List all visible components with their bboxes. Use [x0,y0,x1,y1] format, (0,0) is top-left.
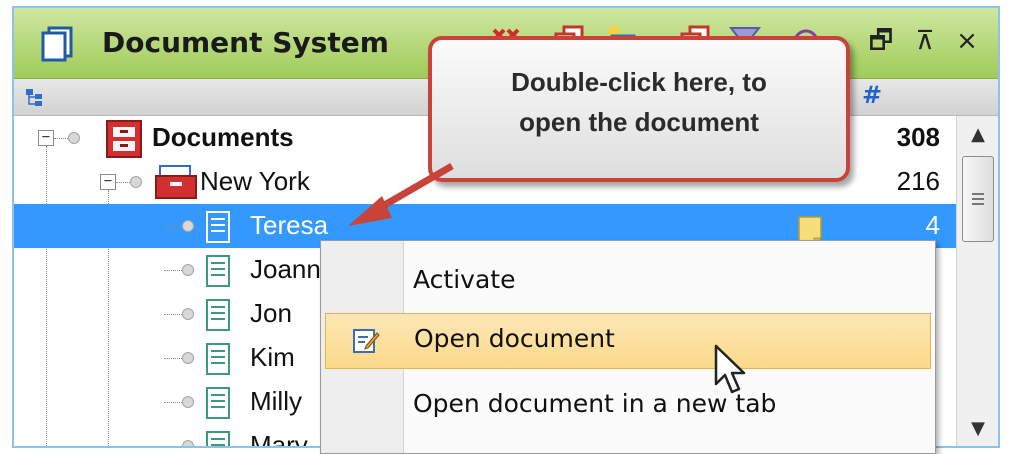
context-menu: Activate Open document Open document in … [320,240,936,454]
status-bullet [68,132,80,144]
scroll-thumb[interactable] [962,156,994,242]
item-count: 4 [925,210,940,240]
tree-label-kim: Kim [250,342,295,372]
callout-arrow [348,162,454,226]
document-icon [206,299,230,331]
tree-connector [164,446,186,447]
archive-cabinet-icon [106,120,142,158]
tree-structure-icon[interactable] [24,87,44,107]
mouse-pointer-icon [714,344,746,394]
document-icon [206,211,230,243]
tree-label-joann: Joann [250,254,321,284]
vertical-scrollbar[interactable]: ▲ ▼ [956,116,998,446]
pin-button[interactable]: ⊼ [910,24,940,58]
collapse-toggle[interactable]: − [38,130,54,146]
menu-item-label: Activate [413,265,516,294]
tree-label-jon: Jon [250,298,292,328]
edit-document-icon [353,329,380,353]
restore-button[interactable]: 🗗 [866,24,896,58]
folder-cabinet-icon [155,165,197,199]
window-title: Document System [102,26,389,59]
count-column-header[interactable]: # [862,81,882,109]
tree-label-new-york: New York [200,166,310,196]
document-icon [206,431,230,446]
tree-label-teresa: Teresa [250,210,329,240]
instruction-callout: Double-click here, to open the document [428,36,850,182]
callout-line-2: open the document [519,107,759,137]
status-bullet [182,440,194,446]
document-system-icon [41,26,73,62]
document-count: 308 [896,122,940,152]
status-bullet [182,220,194,232]
scroll-up-arrow-icon[interactable]: ▲ [969,126,987,144]
document-icon [206,255,230,287]
status-bullet [182,308,194,320]
status-bullet [182,264,194,276]
menu-item-open-in-new-tab[interactable]: Open document in a new tab [325,379,931,433]
tree-label-documents: Documents [152,122,294,152]
collapse-toggle[interactable]: − [100,174,116,190]
tree-label-mary: Mary [250,430,308,448]
document-icon [206,387,230,419]
menu-item-activate[interactable]: Activate [325,255,931,309]
menu-item-open-document[interactable]: Open document [325,313,931,369]
callout-text: Double-click here, to open the document [432,62,846,142]
group-count: 216 [896,166,940,196]
close-button[interactable]: × [952,24,982,58]
tree-label-milly: Milly [250,386,302,416]
status-bullet [182,352,194,364]
document-icon [206,343,230,375]
status-bullet [182,396,194,408]
callout-line-1: Double-click here, to [511,67,767,97]
status-bullet [130,176,142,188]
scroll-down-arrow-icon[interactable]: ▼ [969,420,987,438]
menu-item-label: Open document [414,324,615,353]
